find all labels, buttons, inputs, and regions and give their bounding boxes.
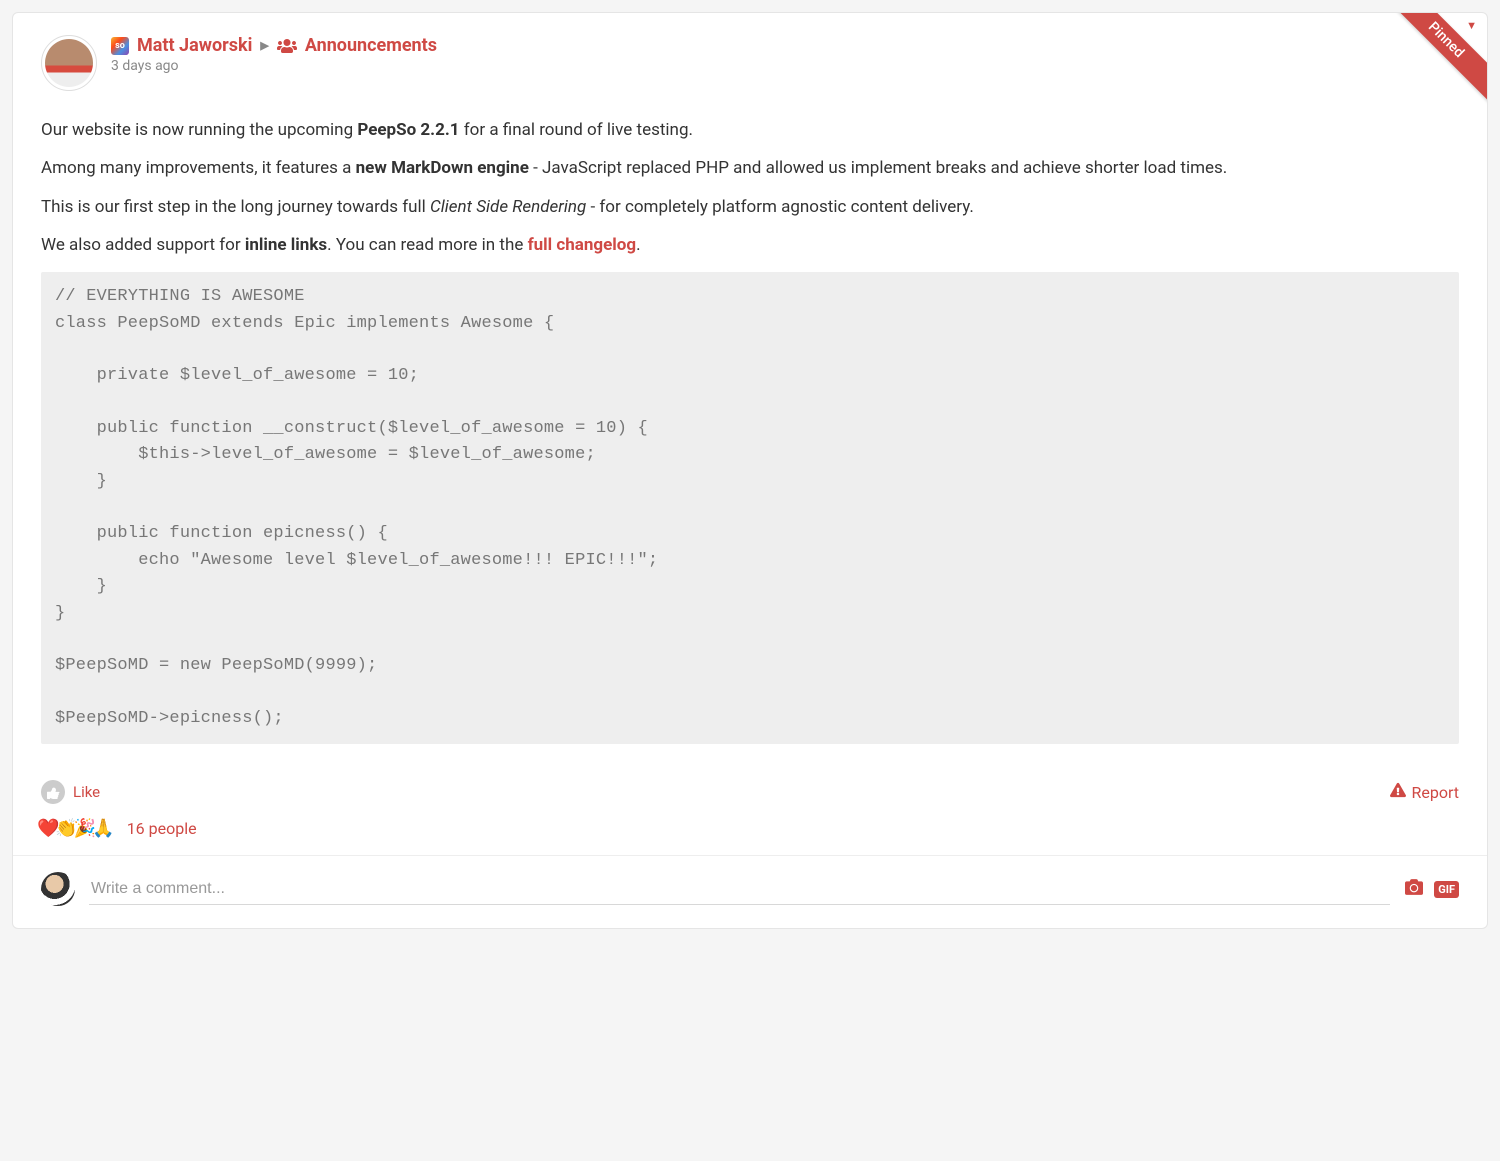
current-user-avatar[interactable]: [41, 872, 75, 906]
post-timestamp[interactable]: 3 days ago: [111, 58, 1459, 74]
report-label: Report: [1412, 783, 1460, 802]
report-button[interactable]: Report: [1390, 782, 1460, 802]
author-badge-icon: so: [111, 37, 129, 55]
post-paragraph: This is our first step in the long journ…: [41, 194, 1459, 220]
reaction-pray-icon: 🙏: [92, 818, 114, 839]
post-card: ▼ Pinned so Matt Jaworski ▶ Announcement…: [12, 12, 1488, 929]
gif-button[interactable]: GIF: [1434, 881, 1459, 898]
changelog-link[interactable]: full changelog: [528, 235, 637, 255]
pinned-caret-icon[interactable]: ▼: [1466, 19, 1477, 32]
reaction-emojis: ❤️ 👏 🎉 🙏: [41, 818, 115, 839]
group-icon: [277, 38, 297, 54]
camera-icon[interactable]: [1404, 878, 1424, 900]
thumbs-up-icon: [41, 780, 65, 804]
author-avatar[interactable]: [41, 35, 97, 91]
post-body: Our website is now running the upcoming …: [13, 95, 1487, 762]
comment-input[interactable]: [89, 874, 1390, 905]
post-action-bar: Like Report: [13, 762, 1487, 814]
like-label: Like: [73, 783, 100, 801]
warning-icon: [1390, 782, 1406, 802]
like-button[interactable]: Like: [41, 780, 100, 804]
post-meta: so Matt Jaworski ▶ Announcements 3 days …: [111, 35, 1459, 74]
post-paragraph: We also added support for inline links. …: [41, 232, 1459, 258]
chevron-right-icon: ▶: [260, 39, 268, 52]
author-name-link[interactable]: Matt Jaworski: [137, 35, 252, 56]
reactions-summary[interactable]: ❤️ 👏 🎉 🙏 16 people: [13, 814, 1487, 855]
reaction-count-link[interactable]: 16 people: [127, 819, 197, 838]
post-header: so Matt Jaworski ▶ Announcements 3 days …: [13, 13, 1487, 95]
code-block: // EVERYTHING IS AWESOME class PeepSoMD …: [41, 272, 1459, 744]
group-name-link[interactable]: Announcements: [305, 35, 437, 56]
post-paragraph: Among many improvements, it features a n…: [41, 155, 1459, 181]
post-paragraph: Our website is now running the upcoming …: [41, 117, 1459, 143]
comment-composer: GIF: [13, 855, 1487, 928]
